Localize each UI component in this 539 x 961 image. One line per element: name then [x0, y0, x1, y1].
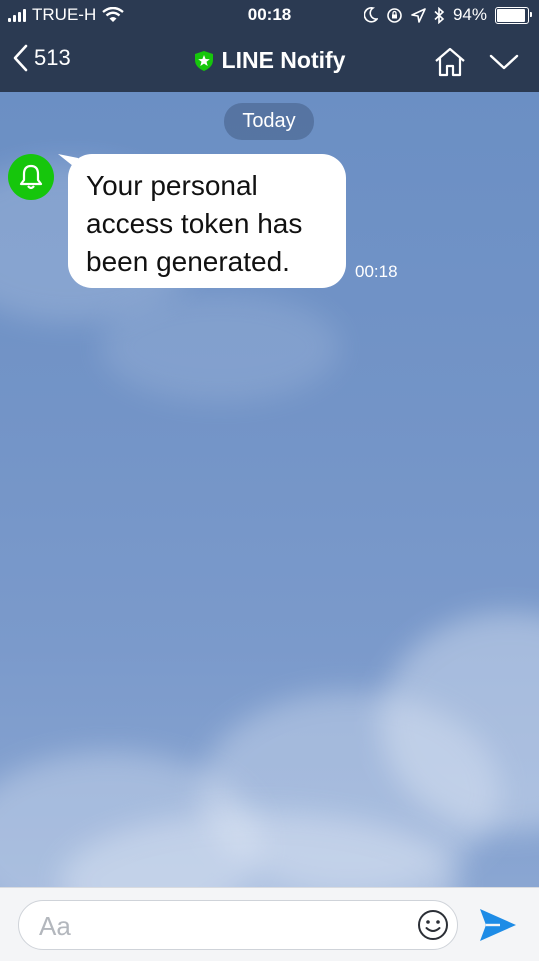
home-icon[interactable] — [433, 46, 467, 78]
message-field[interactable] — [18, 900, 458, 950]
bell-icon — [19, 164, 43, 190]
location-icon — [411, 7, 426, 23]
message-bubble[interactable]: Your personal access token has been gene… — [68, 154, 346, 288]
emoji-icon[interactable] — [417, 909, 449, 941]
send-icon[interactable] — [478, 907, 518, 943]
chat-area[interactable]: Today Your personal access token has bee… — [0, 92, 539, 887]
message-time: 00:18 — [355, 262, 398, 281]
shield-star-icon — [194, 50, 213, 71]
chevron-down-icon[interactable] — [489, 54, 519, 71]
input-bar — [0, 887, 539, 961]
date-separator: Today — [224, 103, 314, 140]
chat-title-label: LINE Notify — [221, 47, 346, 73]
chat-header: 513 LINE Notify — [0, 32, 539, 92]
status-right: 94% — [363, 5, 532, 25]
rotation-lock-icon — [387, 7, 402, 23]
battery-fill — [497, 8, 526, 22]
battery-icon — [495, 6, 532, 24]
status-bar: TRUE-H 00:18 94% — [0, 0, 539, 32]
message-text: Your personal access token has been gene… — [86, 170, 303, 277]
sender-avatar[interactable] — [8, 154, 54, 200]
battery-percent: 94% — [452, 5, 487, 24]
bluetooth-icon — [434, 6, 445, 24]
top-bar: TRUE-H 00:18 94% 513 LINE Notify — [0, 0, 539, 92]
message-input[interactable] — [37, 909, 411, 943]
cloud — [100, 292, 340, 402]
moon-icon — [363, 7, 378, 23]
